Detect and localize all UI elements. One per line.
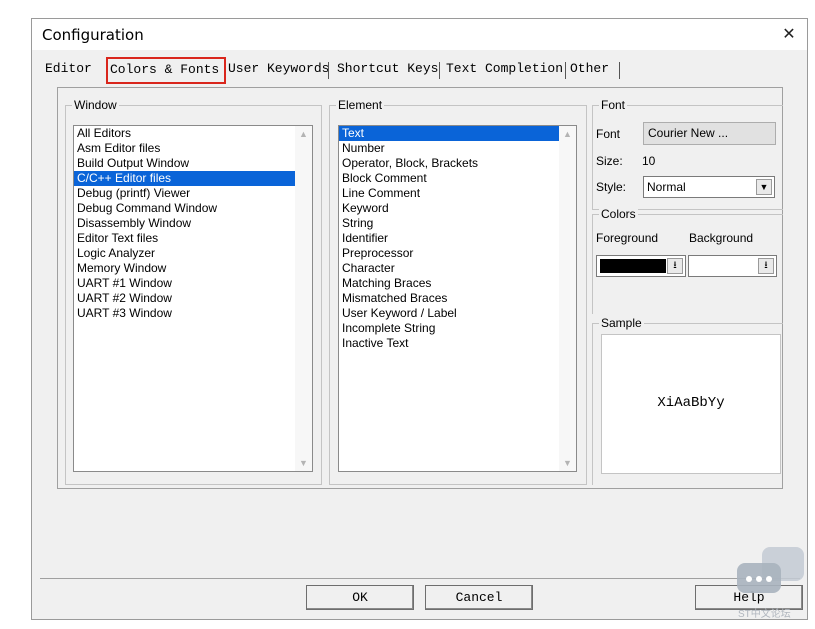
window-list-item[interactable]: C/C++ Editor files xyxy=(74,171,312,186)
font-group: Font Font Courier New ... Size: 10 Style… xyxy=(592,98,783,210)
forum-watermark: ST中文论坛 xyxy=(734,545,808,621)
window-list-item[interactable]: Memory Window xyxy=(74,261,312,276)
background-label: Background xyxy=(689,231,754,245)
sample-preview: XiAaBbYy xyxy=(601,334,781,474)
foreground-swatch xyxy=(600,259,666,273)
dropdown-arrow-icon[interactable]: ⭳ xyxy=(758,258,774,274)
colors-group: Colors Foreground Background ⭳ ⭳ xyxy=(592,207,783,314)
tab-separator xyxy=(619,62,620,79)
tab-separator xyxy=(565,62,566,79)
background-swatch xyxy=(692,259,758,273)
style-label: Style: xyxy=(596,180,627,194)
cancel-button[interactable]: Cancel xyxy=(425,585,533,610)
element-list-item[interactable]: String xyxy=(339,216,576,231)
window-list-item[interactable]: Debug Command Window xyxy=(74,201,312,216)
foreground-label: Foreground xyxy=(596,231,659,245)
sample-group: Sample XiAaBbYy xyxy=(592,316,783,485)
colors-group-label: Colors xyxy=(599,207,638,221)
sample-group-label: Sample xyxy=(599,316,644,330)
window-list-item[interactable]: UART #1 Window xyxy=(74,276,312,291)
watermark-text: ST中文论坛 xyxy=(738,609,791,620)
element-list-items: Text Number Operator, Block, Brackets Block… xyxy=(339,126,576,351)
tab-colors-fonts[interactable]: Colors & Fonts xyxy=(110,62,219,77)
title-bar: Configuration ✕ xyxy=(32,19,807,50)
element-list-item[interactable]: Matching Braces xyxy=(339,276,576,291)
ok-button[interactable]: OK xyxy=(306,585,414,610)
tab-text-completion[interactable]: Text Completion xyxy=(446,61,563,76)
window-group-label: Window xyxy=(72,98,119,112)
tab-separator xyxy=(439,62,440,79)
dot-icon xyxy=(766,576,772,582)
foreground-color-combo[interactable]: ⭳ xyxy=(596,255,686,277)
dot-icon xyxy=(746,576,752,582)
window-list-item[interactable]: UART #3 Window xyxy=(74,306,312,321)
tab-user-keywords[interactable]: User Keywords xyxy=(228,61,329,76)
element-list-item[interactable]: Preprocessor xyxy=(339,246,576,261)
element-list-item[interactable]: Keyword xyxy=(339,201,576,216)
scroll-up-icon[interactable]: ▲ xyxy=(295,129,312,139)
element-list-item[interactable]: Text xyxy=(339,126,576,141)
size-label: Size: xyxy=(596,154,623,168)
configuration-dialog: Configuration ✕ Editor Colors & Fonts Us… xyxy=(31,18,808,620)
window-list-scrollbar[interactable]: ▲ ▼ xyxy=(295,126,312,471)
tab-panel: Window All Editors Asm Editor files Build … xyxy=(57,87,783,489)
element-list-item[interactable]: Identifier xyxy=(339,231,576,246)
element-list-item[interactable]: Mismatched Braces xyxy=(339,291,576,306)
window-list-item[interactable]: Build Output Window xyxy=(74,156,312,171)
window-list-items: All Editors Asm Editor files Build Output … xyxy=(74,126,312,321)
background-color-combo[interactable]: ⭳ xyxy=(688,255,777,277)
element-list-item[interactable]: Character xyxy=(339,261,576,276)
tab-editor[interactable]: Editor xyxy=(45,61,92,76)
font-label: Font xyxy=(596,127,621,141)
element-listbox[interactable]: Text Number Operator, Block, Brackets Block… xyxy=(338,125,577,472)
size-value: 10 xyxy=(642,154,656,168)
scroll-up-icon[interactable]: ▲ xyxy=(559,129,576,139)
dot-icon xyxy=(756,576,762,582)
font-group-label: Font xyxy=(599,98,628,112)
element-list-item[interactable]: Line Comment xyxy=(339,186,576,201)
close-icon[interactable]: ✕ xyxy=(775,21,803,47)
element-group: Element Text Number Operator, Block, Brack… xyxy=(329,98,587,485)
dropdown-arrow-icon[interactable]: ⭳ xyxy=(667,258,683,274)
window-list-item[interactable]: Debug (printf) Viewer xyxy=(74,186,312,201)
dialog-title: Configuration xyxy=(42,26,144,44)
tab-other[interactable]: Other xyxy=(570,61,609,76)
window-list-item[interactable]: Logic Analyzer xyxy=(74,246,312,261)
window-list-item[interactable]: Asm Editor files xyxy=(74,141,312,156)
style-combo[interactable]: Normal ▼ xyxy=(643,176,775,198)
element-list-item[interactable]: Incomplete String xyxy=(339,321,576,336)
window-list-item[interactable]: UART #2 Window xyxy=(74,291,312,306)
scroll-down-icon[interactable]: ▼ xyxy=(559,458,576,468)
tab-separator xyxy=(328,62,329,79)
tab-strip: Editor Colors & Fonts User Keywords Shor… xyxy=(41,57,801,84)
element-list-scrollbar[interactable]: ▲ ▼ xyxy=(559,126,576,471)
tab-shortcut-keys[interactable]: Shortcut Keys xyxy=(337,61,438,76)
element-list-item[interactable]: Operator, Block, Brackets xyxy=(339,156,576,171)
chevron-down-icon[interactable]: ▼ xyxy=(756,179,772,195)
element-list-item[interactable]: Block Comment xyxy=(339,171,576,186)
button-bar-divider xyxy=(40,578,800,579)
element-list-item[interactable]: Number xyxy=(339,141,576,156)
sample-text: XiAaBbYy xyxy=(657,395,725,411)
window-list-item[interactable]: Editor Text files xyxy=(74,231,312,246)
window-group: Window All Editors Asm Editor files Build … xyxy=(65,98,322,485)
window-list-item[interactable]: Disassembly Window xyxy=(74,216,312,231)
font-select-button[interactable]: Courier New ... xyxy=(643,122,776,145)
style-combo-value: Normal xyxy=(647,180,686,194)
element-list-item[interactable]: Inactive Text xyxy=(339,336,576,351)
window-list-item[interactable]: All Editors xyxy=(74,126,312,141)
element-group-label: Element xyxy=(336,98,385,112)
window-listbox[interactable]: All Editors Asm Editor files Build Output … xyxy=(73,125,313,472)
element-list-item[interactable]: User Keyword / Label xyxy=(339,306,576,321)
scroll-down-icon[interactable]: ▼ xyxy=(295,458,312,468)
